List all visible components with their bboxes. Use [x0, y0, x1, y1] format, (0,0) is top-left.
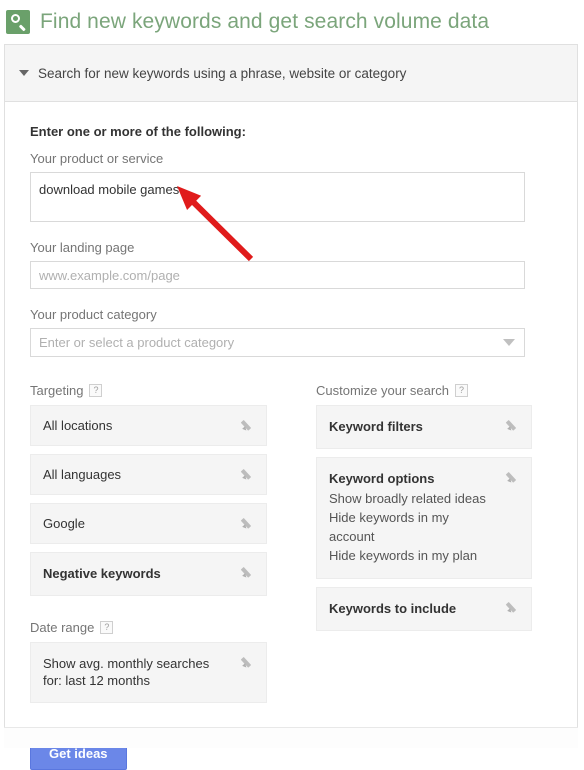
- search-icon-ring: [11, 14, 20, 23]
- page-title: Find new keywords and get search volume …: [40, 10, 490, 33]
- page-header: Find new keywords and get search volume …: [0, 0, 584, 44]
- pencil-icon[interactable]: [505, 599, 521, 614]
- search-icon-handle: [19, 24, 26, 32]
- options-columns: Targeting ? All locations All languages …: [30, 383, 552, 711]
- customize-search-label: Customize your search ?: [316, 383, 532, 398]
- keyword-option-broadly-related: Show broadly related ideas: [329, 491, 486, 506]
- keyword-option-hide-in-plan: Hide keywords in my plan: [329, 548, 478, 563]
- keyword-options-label: Keyword options: [329, 471, 435, 486]
- product-service-label: Your product or service: [30, 151, 164, 166]
- targeting-item-all-languages[interactable]: All languages: [30, 454, 267, 495]
- landing-page-input[interactable]: [30, 261, 525, 289]
- targeting-column: Targeting ? All locations All languages …: [30, 383, 267, 711]
- keyword-filters-item[interactable]: Keyword filters: [316, 405, 532, 449]
- pencil-icon[interactable]: [240, 564, 256, 579]
- date-range-line-1: Show avg. monthly searches: [43, 656, 210, 671]
- product-category-select[interactable]: Enter or select a product category: [30, 328, 525, 357]
- date-range-label: Date range ?: [30, 620, 267, 635]
- card-body: Enter one or more of the following: Your…: [5, 102, 577, 711]
- keywords-to-include-item[interactable]: Keywords to include: [316, 587, 532, 631]
- dropdown-caret-icon[interactable]: [503, 339, 515, 346]
- targeting-item-label: Negative keywords: [43, 566, 161, 581]
- targeting-item-google[interactable]: Google: [30, 503, 267, 544]
- pencil-icon[interactable]: [240, 515, 256, 530]
- targeting-item-all-locations[interactable]: All locations: [30, 405, 267, 446]
- pencil-icon[interactable]: [240, 466, 256, 481]
- help-icon-customize-search[interactable]: ?: [454, 384, 468, 397]
- keywords-to-include-label: Keywords to include: [329, 601, 457, 616]
- pencil-icon[interactable]: [240, 654, 256, 669]
- pencil-icon[interactable]: [505, 417, 521, 432]
- pencil-icon[interactable]: [240, 417, 256, 432]
- keyword-filters-label: Keyword filters: [329, 419, 423, 434]
- form-heading: Enter one or more of the following:: [30, 124, 246, 139]
- pencil-icon[interactable]: [505, 469, 521, 484]
- help-icon-targeting[interactable]: ?: [89, 384, 103, 397]
- keyword-options-item[interactable]: Keyword options Show broadly related ide…: [316, 457, 532, 579]
- chevron-down-icon[interactable]: [19, 70, 29, 76]
- targeting-item-label: All locations: [43, 418, 113, 433]
- date-range-item[interactable]: Show avg. monthly searches for: last 12 …: [30, 642, 267, 703]
- product-service-input[interactable]: [30, 172, 525, 222]
- product-category-label: Your product category: [30, 307, 157, 322]
- targeting-label: Targeting ?: [30, 383, 267, 398]
- keyword-planner-card: Search for new keywords using a phrase, …: [4, 44, 578, 770]
- search-section-toggle[interactable]: Search for new keywords using a phrase, …: [5, 45, 577, 102]
- keyword-option-hide-in-account: Hide keywords in my account: [329, 510, 449, 544]
- targeting-label-text: Targeting: [30, 383, 84, 398]
- customize-search-column: Customize your search ? Keyword filters …: [316, 383, 532, 711]
- landing-page-label: Your landing page: [30, 240, 135, 255]
- search-icon: [6, 10, 30, 34]
- customize-search-label-text: Customize your search: [316, 383, 449, 398]
- targeting-item-negative-keywords[interactable]: Negative keywords: [30, 552, 267, 596]
- product-category-placeholder: Enter or select a product category: [39, 335, 235, 350]
- date-range-line-2: for: last 12 months: [43, 673, 150, 688]
- help-icon-date-range[interactable]: ?: [100, 621, 114, 634]
- date-range-label-text: Date range: [30, 620, 95, 635]
- targeting-item-label: Google: [43, 516, 85, 531]
- search-section-label: Search for new keywords using a phrase, …: [38, 65, 407, 81]
- bottom-strip: [4, 727, 578, 748]
- targeting-item-label: All languages: [43, 467, 122, 482]
